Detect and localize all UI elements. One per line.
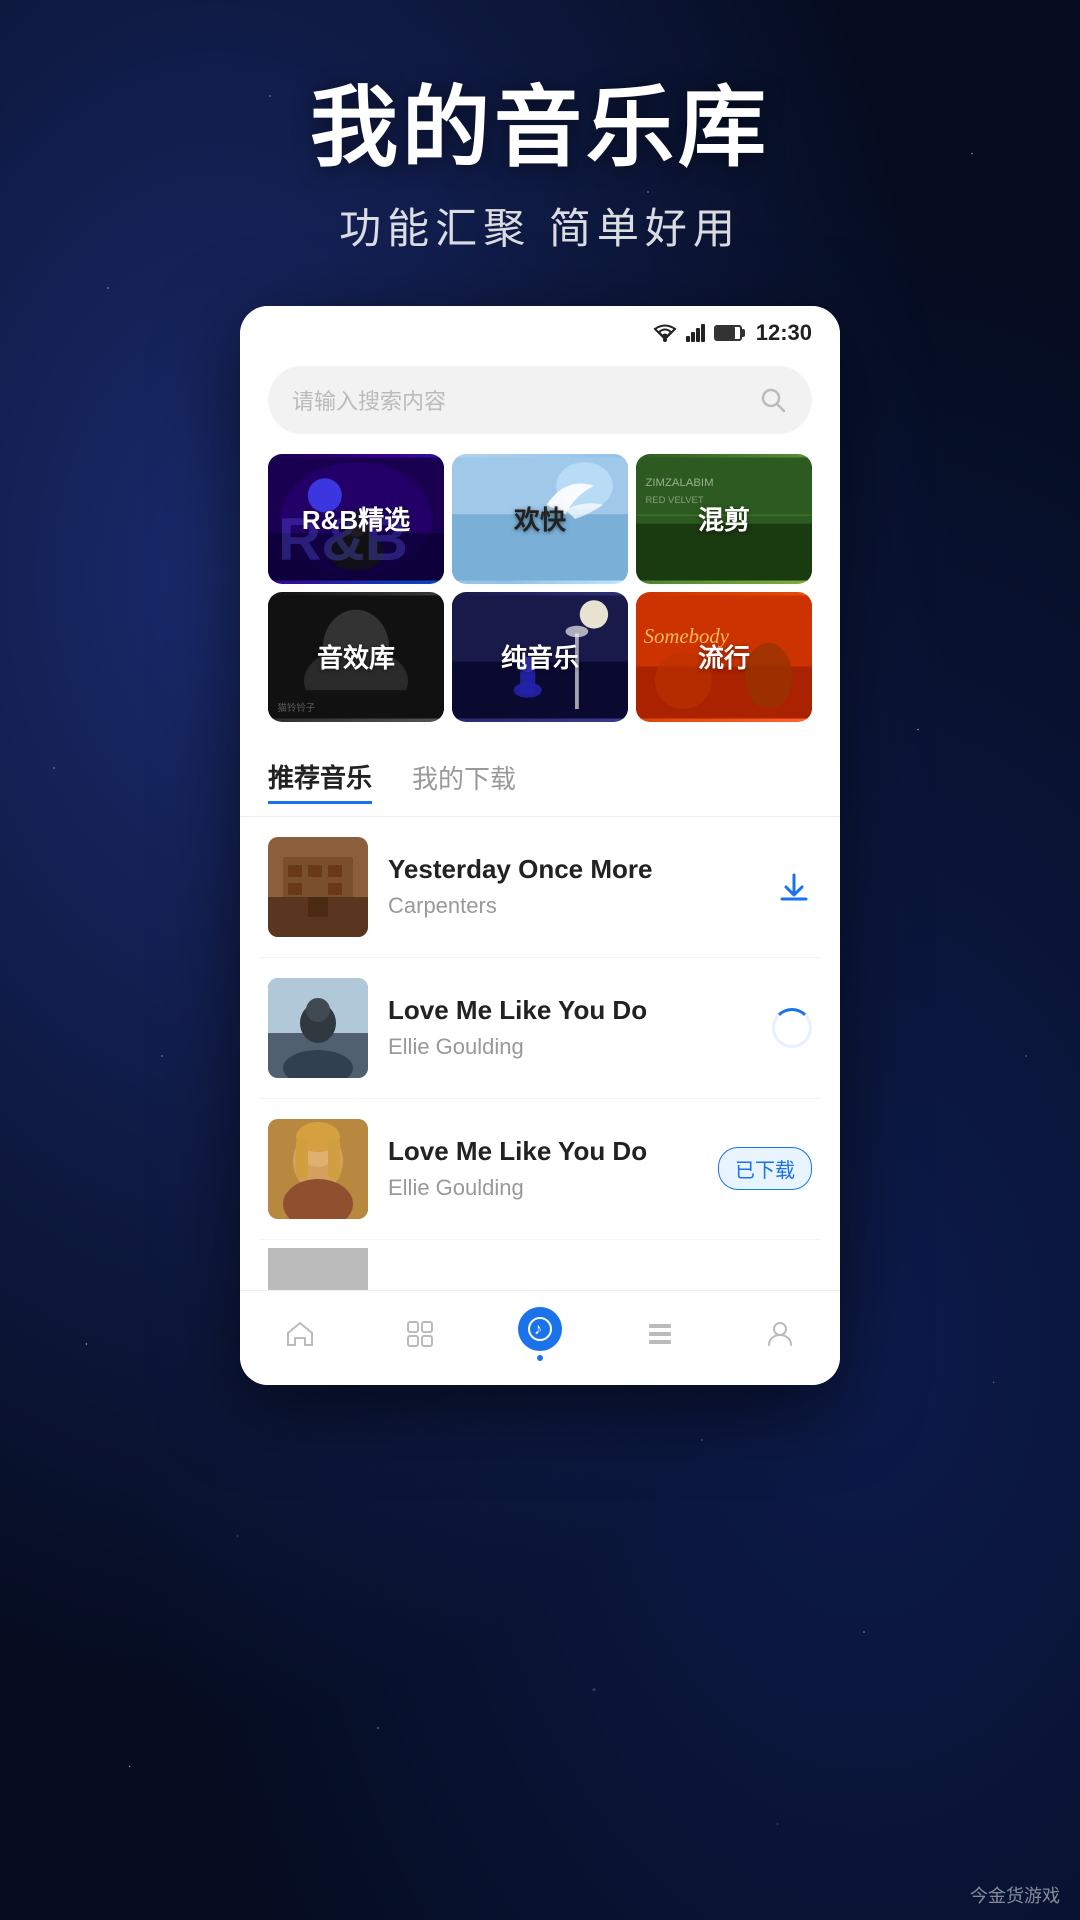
nav-list[interactable]	[620, 1312, 700, 1356]
song-loading-action	[772, 1008, 812, 1048]
tab-recommended[interactable]: 推荐音乐	[268, 758, 372, 804]
song-thumbnail	[268, 1119, 368, 1219]
download-icon[interactable]	[776, 869, 812, 905]
song-artist: Ellie Goulding	[388, 1034, 756, 1060]
category-rnb[interactable]: R&B精选	[268, 454, 444, 584]
category-happy-label: 欢快	[452, 454, 628, 584]
song-info: Yesterday Once More Carpenters	[388, 854, 760, 919]
song-item[interactable]: Love Me Like You Do Ellie Goulding 已下载	[260, 1099, 820, 1240]
category-rnb-label: R&B精选	[268, 454, 444, 584]
song-download-action[interactable]	[776, 869, 812, 905]
app-title: 我的音乐库	[0, 80, 1080, 177]
music-icon: ♪	[518, 1307, 562, 1351]
song-item[interactable]: Love Me Like You Do Ellie Goulding	[260, 958, 820, 1099]
category-happy[interactable]: 欢快	[452, 454, 628, 584]
app-header: 我的音乐库 功能汇聚 简单好用	[0, 0, 1080, 256]
status-time: 12:30	[756, 320, 812, 346]
category-pure[interactable]: 纯音乐	[452, 592, 628, 722]
category-sound-label: 音效库	[268, 592, 444, 722]
bottom-nav: ♪	[240, 1290, 840, 1385]
nav-home[interactable]	[260, 1312, 340, 1356]
home-icon	[278, 1312, 322, 1356]
song-thumbnail	[268, 978, 368, 1078]
battery-icon	[714, 325, 742, 341]
grid-icon	[398, 1312, 442, 1356]
category-grid: R&B精选 欢快	[240, 454, 840, 738]
song-info: Love Me Like You Do Ellie Goulding	[388, 1136, 702, 1201]
wifi-icon	[652, 323, 678, 343]
search-bar[interactable]: 请输入搜索内容	[268, 366, 812, 434]
list-icon	[638, 1312, 682, 1356]
nav-active-dot	[537, 1355, 543, 1361]
song-info: Love Me Like You Do Ellie Goulding	[388, 995, 756, 1060]
nav-profile[interactable]	[740, 1312, 820, 1356]
song-item-partial	[260, 1240, 820, 1290]
nav-music[interactable]: ♪	[500, 1307, 580, 1361]
watermark: 今金货游戏	[970, 1882, 1060, 1908]
status-bar: 12:30	[240, 306, 840, 354]
song-artist: Ellie Goulding	[388, 1175, 702, 1201]
svg-text:♪: ♪	[534, 1321, 542, 1338]
partial-thumb	[268, 1248, 368, 1290]
status-icons: 12:30	[652, 320, 812, 346]
app-subtitle: 功能汇聚 简单好用	[0, 195, 1080, 256]
category-popular-label: 流行	[636, 592, 812, 722]
song-item[interactable]: Yesterday Once More Carpenters	[260, 817, 820, 958]
song-list: Yesterday Once More Carpenters	[240, 817, 840, 1290]
nav-grid[interactable]	[380, 1312, 460, 1356]
search-icon[interactable]	[758, 385, 788, 415]
phone-frame: 12:30 请输入搜索内容	[240, 306, 840, 1385]
loading-spinner	[772, 1008, 812, 1048]
song-title: Yesterday Once More	[388, 854, 760, 885]
category-sound[interactable]: 猫铃铃子 音效库	[268, 592, 444, 722]
tab-downloads[interactable]: 我的下载	[412, 759, 516, 802]
profile-icon	[758, 1312, 802, 1356]
category-pure-label: 纯音乐	[452, 592, 628, 722]
search-placeholder: 请输入搜索内容	[292, 384, 758, 416]
category-popular[interactable]: Somebody 流行	[636, 592, 812, 722]
song-title: Love Me Like You Do	[388, 1136, 702, 1167]
downloaded-badge: 已下载	[718, 1147, 812, 1190]
song-downloaded-action[interactable]: 已下载	[718, 1147, 812, 1190]
song-artist: Carpenters	[388, 893, 760, 919]
song-title: Love Me Like You Do	[388, 995, 756, 1026]
tab-section: 推荐音乐 我的下载	[240, 738, 840, 817]
category-mix[interactable]: ZIMZALABIM RED VELVET 混剪	[636, 454, 812, 584]
category-mix-label: 混剪	[636, 454, 812, 584]
signal-icon	[686, 324, 706, 342]
song-thumbnail	[268, 837, 368, 937]
